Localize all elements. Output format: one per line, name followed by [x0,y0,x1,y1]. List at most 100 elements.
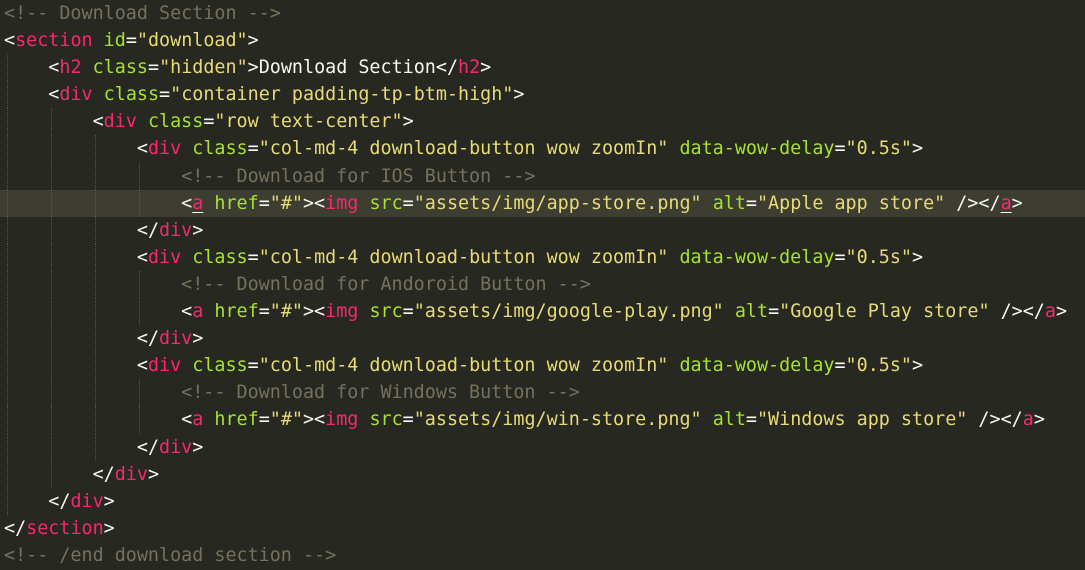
indent-guide [7,433,8,461]
attribute-value: "col-md-4 download-button wow zoomIn" [258,138,669,160]
code-line[interactable]: <!-- Download for IOS Button --> [0,162,1085,190]
indent-guide [7,379,8,407]
indent-guide [51,243,52,271]
code-line[interactable]: <div class="col-md-4 download-button wow… [0,243,1085,271]
code-text: = [247,246,259,268]
tag-name: a [1022,409,1034,431]
active-code-line[interactable]: <a href="#"><img src="assets/img/app-sto… [0,189,1085,217]
code-text: < [136,355,148,377]
attribute-value: "row text-center" [214,111,403,133]
indent-guide [95,189,96,217]
code-line[interactable]: </section> [0,515,1085,542]
indent-guide [7,108,8,136]
code-text: > [192,219,204,241]
indent-guide [7,243,8,271]
code-editor[interactable]: <!-- Download Section --> <section id="do… [0,0,1085,570]
tag-name: a [192,192,204,214]
indent-guide [95,243,96,271]
code-line[interactable]: <!-- /end download section --> [0,542,1085,569]
code-text: = [159,84,171,106]
code-text: > [402,111,414,133]
indent-guide [95,298,96,326]
code-line[interactable]: <!-- Download Section --> [0,0,1085,27]
indent-guide [95,270,96,299]
attribute-value: "Windows app store" [756,409,968,431]
attribute-name: src [369,409,403,431]
tag-name: img [325,409,359,431]
indent-guide [139,162,140,190]
indent-guide [7,81,8,109]
code-line[interactable]: <div class="col-md-4 download-button wow… [0,135,1085,163]
code-line[interactable]: <a href="#"><img src="assets/img/google-… [0,298,1085,326]
code-line[interactable]: <a href="#"><img src="assets/img/win-sto… [0,406,1085,434]
tag-name: div [159,219,193,241]
code-line[interactable]: <h2 class="hidden">Download Section</h2> [0,54,1085,82]
attribute-name: href [214,192,259,214]
attribute-value: "0.5s" [845,138,912,160]
code-text: > [911,138,924,160]
comment: <!-- Download for Windows Button --> [181,382,580,404]
code-line[interactable]: </div> [0,433,1085,461]
code-line[interactable]: <!-- Download for Andoroid Button --> [0,270,1085,299]
tag-name: a [1044,301,1056,323]
attribute-name: class [103,84,160,106]
tag-name: img [325,192,359,214]
code-line[interactable]: </div> [0,325,1085,353]
code-line[interactable]: <div class="row text-center"> [0,108,1085,136]
code-line[interactable]: <div class="container padding-tp-btm-hig… [0,81,1085,109]
code-line[interactable]: </div> [0,487,1085,515]
indent-guide [51,406,52,434]
code-line[interactable]: <div class="col-md-4 download-button wow… [0,352,1085,380]
code-text: = [402,301,414,323]
code-text: < [136,138,148,160]
code-text: < [181,301,193,323]
code-line[interactable]: <section id="download"> [0,27,1085,54]
attribute-value: "Apple app store" [756,192,946,214]
comment: <!-- /end download section --> [4,544,337,566]
code-text: < [48,57,60,79]
attribute-name: class [192,138,248,160]
code-text: > [911,246,924,268]
tag-name: h2 [59,57,82,79]
indent-guide [139,189,140,217]
attribute-value: "assets/img/win-store.png" [413,409,702,431]
code-text: = [402,192,414,214]
indent-guide [7,216,8,244]
code-text: </ [48,490,71,512]
attribute-name: src [369,301,403,323]
tag-name: section [26,517,104,539]
code-text: >< [302,301,326,323]
attribute-name: href [214,301,259,323]
indent-guide [51,162,52,190]
attribute-name: class [92,57,148,79]
code-text: </ [136,436,160,458]
indent-guide [139,270,140,299]
code-line[interactable]: </div> [0,216,1085,244]
code-text: = [203,111,215,133]
indent-guide [7,135,8,163]
code-text: > [147,463,160,485]
attribute-name: src [369,192,403,214]
code-line[interactable]: </div> [0,460,1085,488]
indent-guide [95,406,96,434]
attribute-value: "container padding-tp-btm-high" [170,84,514,106]
attribute-name: alt [734,301,769,323]
comment: <!-- Download for IOS Button --> [181,165,536,187]
attribute-value: "Google Play store" [779,301,990,323]
code-text: = [745,409,757,431]
indent-guide [7,487,8,515]
indent-guide [51,189,52,217]
code-text: = [147,57,160,79]
indent-guide [95,379,96,407]
code-text: </ [92,463,115,485]
code-line[interactable]: <!-- Download for Windows Button --> [0,379,1085,407]
